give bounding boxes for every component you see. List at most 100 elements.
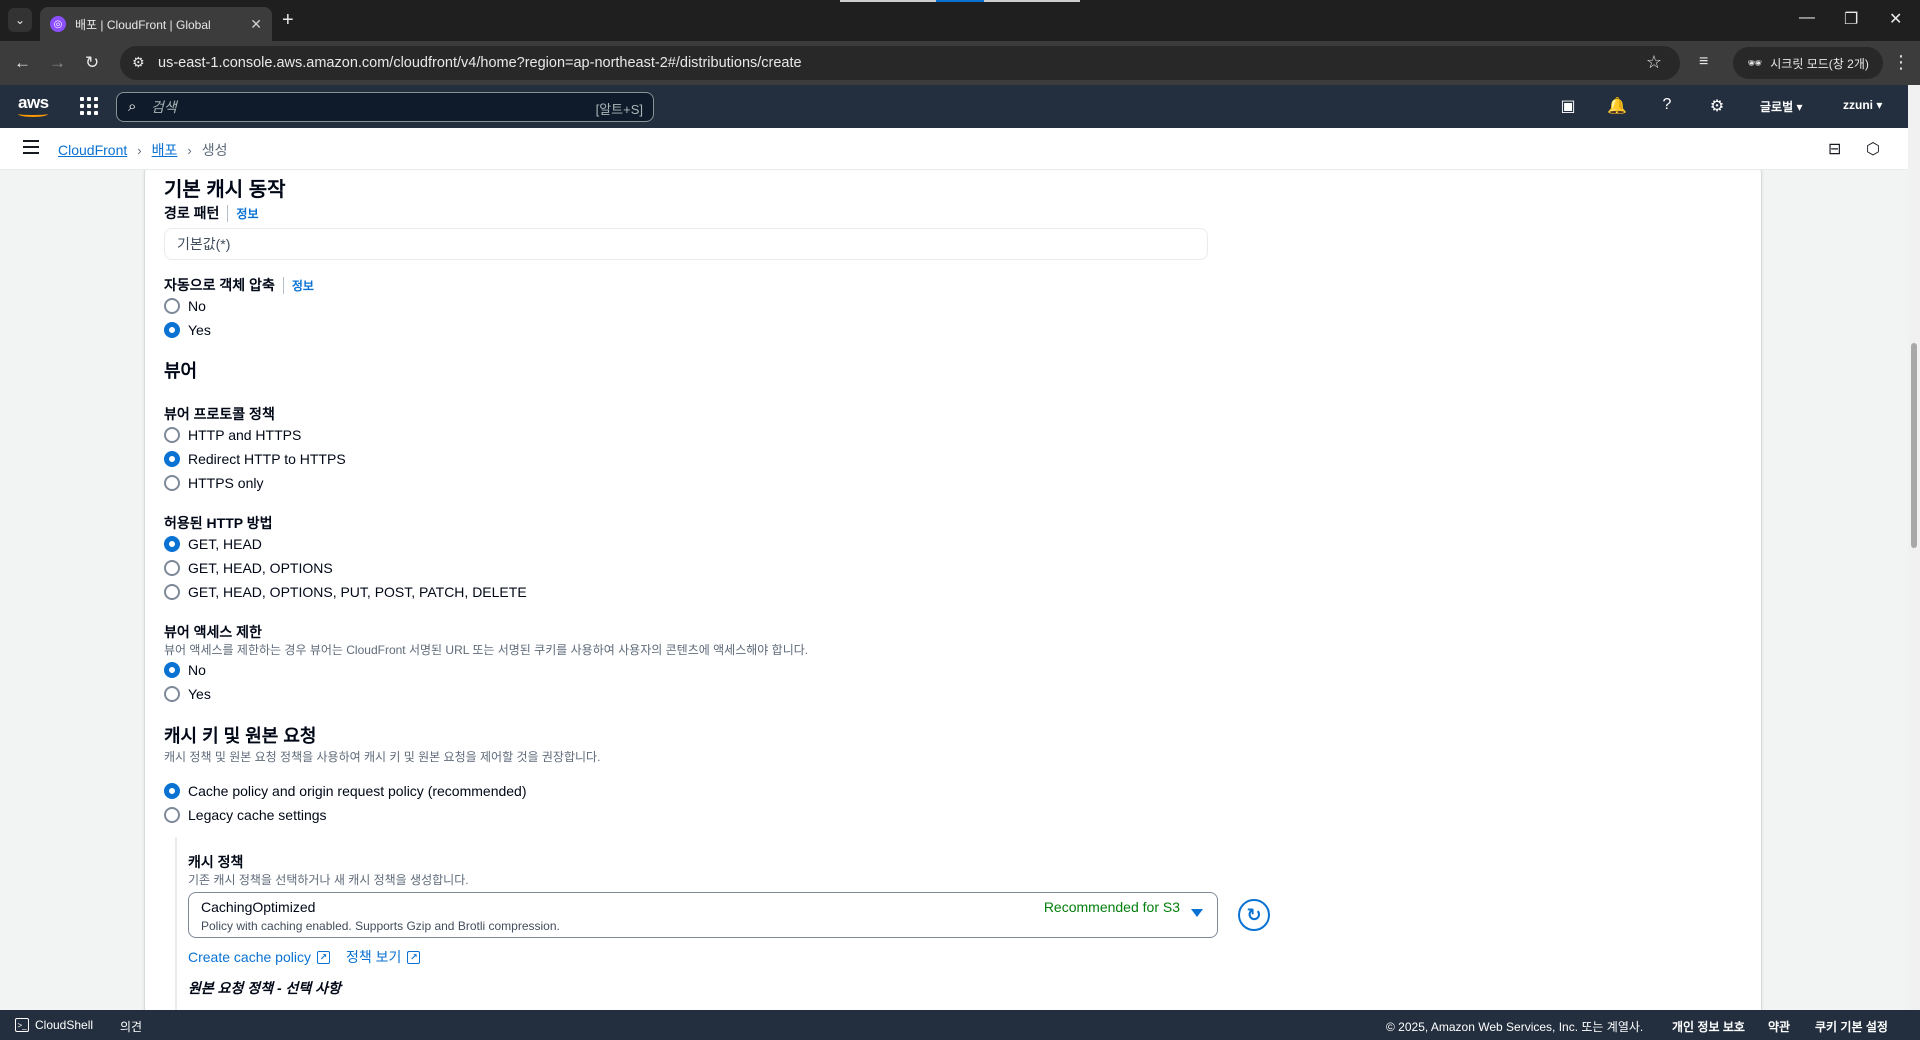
radio-label: Cache policy and origin request policy (… xyxy=(188,783,527,799)
path-pattern-label-text: 경로 패턴 xyxy=(164,205,220,221)
radio-selected-icon[interactable] xyxy=(164,451,180,467)
radio-label: No xyxy=(188,298,206,314)
radio-selected-icon[interactable] xyxy=(164,783,180,799)
cookie-preferences-link[interactable]: 쿠키 기본 설정 xyxy=(1815,1018,1888,1035)
cache-key-description: 캐시 정책 및 원본 요청 정책을 사용하여 캐시 키 및 원본 요청을 제어할… xyxy=(164,750,601,764)
reading-list-icon[interactable]: ≡ xyxy=(1699,53,1708,71)
services-grid-icon[interactable] xyxy=(80,97,98,115)
breadcrumb-separator-icon: › xyxy=(137,142,142,158)
scrollbar-thumb[interactable] xyxy=(1911,343,1917,548)
refresh-icon[interactable]: ↻ xyxy=(1238,899,1270,931)
tab-search-button[interactable]: ⌄ xyxy=(8,8,32,32)
create-cache-policy-link[interactable]: Create cache policy ↗ xyxy=(188,947,330,967)
browser-menu-icon[interactable]: ⋮ xyxy=(1892,52,1910,73)
browser-toolbar: ← → ↻ ⚙ us-east-1.console.aws.amazon.com… xyxy=(0,41,1920,85)
cache-key-radio-legacy[interactable]: Legacy cache settings xyxy=(164,805,327,825)
radio-icon[interactable] xyxy=(164,475,180,491)
reload-icon[interactable]: ↻ xyxy=(85,53,99,73)
region-menu[interactable]: 글로벌 ▾ xyxy=(1760,98,1802,115)
cache-key-radio-policy[interactable]: Cache policy and origin request policy (… xyxy=(164,781,527,801)
user-menu[interactable]: zzuni ▾ xyxy=(1843,98,1882,112)
external-link-icon: ↗ xyxy=(316,950,330,964)
main-content: 기본 캐시 동작 경로 패턴 정보 기본값(*) 자동으로 객체 압축 정보 N… xyxy=(0,170,1908,1010)
minimize-icon[interactable]: — xyxy=(1799,9,1815,27)
browser-tab-active[interactable]: ◎ 배포 | CloudFront | Global ✕ xyxy=(40,7,272,41)
compress-info-link[interactable]: 정보 xyxy=(282,276,314,294)
viewer-protocol-radio-redirect[interactable]: Redirect HTTP to HTTPS xyxy=(164,449,346,469)
address-url: us-east-1.console.aws.amazon.com/cloudfr… xyxy=(158,55,802,71)
nested-section-rule xyxy=(175,837,177,1010)
help-icon[interactable]: ? xyxy=(1657,96,1677,114)
viewer-access-radio-yes[interactable]: Yes xyxy=(164,684,211,704)
page-scrollbar[interactable] xyxy=(1908,85,1920,1010)
feedback-link[interactable]: 의견 xyxy=(120,1018,142,1035)
radio-label: GET, HEAD xyxy=(188,536,262,552)
http-methods-radio-get-head[interactable]: GET, HEAD xyxy=(164,534,262,554)
viewer-protocol-radio-https-only[interactable]: HTTPS only xyxy=(164,473,263,493)
radio-icon[interactable] xyxy=(164,427,180,443)
viewer-access-label: 뷰어 액세스 제한 xyxy=(164,624,262,640)
breadcrumb-distributions[interactable]: 배포 xyxy=(152,140,178,160)
radio-icon[interactable] xyxy=(164,686,180,702)
compress-label: 자동으로 객체 압축 정보 xyxy=(164,275,314,295)
http-methods-radio-get-head-options[interactable]: GET, HEAD, OPTIONS xyxy=(164,558,333,578)
window-close-icon[interactable]: ✕ xyxy=(1889,9,1902,29)
external-link-icon: ↗ xyxy=(407,950,421,964)
aws-logo-text: aws xyxy=(18,93,49,112)
link-label: Create cache policy xyxy=(188,949,311,965)
compress-label-text: 자동으로 객체 압축 xyxy=(164,277,275,293)
new-tab-button[interactable]: + xyxy=(282,9,294,32)
section-title-cache-key: 캐시 키 및 원본 요청 xyxy=(164,726,317,746)
viewer-access-radio-no[interactable]: No xyxy=(164,660,206,680)
notifications-bell-icon[interactable]: 🔔 xyxy=(1607,96,1627,116)
viewer-protocol-radio-http-https[interactable]: HTTP and HTTPS xyxy=(164,425,301,445)
http-methods-radio-all[interactable]: GET, HEAD, OPTIONS, PUT, POST, PATCH, DE… xyxy=(164,582,527,602)
aws-top-nav: aws ⌕ 검색 [알트+S] ▣ 🔔 ? ⚙ 글로벌 ▾ zzuni ▾ xyxy=(0,85,1908,128)
tabstrip-accent-right xyxy=(984,0,1080,2)
radio-selected-icon[interactable] xyxy=(164,536,180,552)
search-placeholder: 검색 xyxy=(151,99,177,115)
compress-radio-no[interactable]: No xyxy=(164,296,206,316)
cloudshell-label: CloudShell xyxy=(35,1018,94,1032)
section-title-default-cache: 기본 캐시 동작 xyxy=(164,179,286,201)
incognito-indicator[interactable]: 🕶 시크릿 모드(창 2개) xyxy=(1733,47,1883,79)
cache-policy-links: Create cache policy ↗ 정책 보기 ↗ xyxy=(188,947,421,967)
aws-search-input[interactable]: ⌕ 검색 [알트+S] xyxy=(116,92,654,122)
compress-radio-yes[interactable]: Yes xyxy=(164,320,211,340)
address-bar[interactable]: ⚙ us-east-1.console.aws.amazon.com/cloud… xyxy=(120,46,1680,80)
forward-arrow-icon[interactable]: → xyxy=(49,53,66,73)
bookmark-star-icon[interactable]: ☆ xyxy=(1646,52,1662,73)
search-icon: ⌕ xyxy=(128,98,137,115)
radio-selected-icon[interactable] xyxy=(164,662,180,678)
tab-close-icon[interactable]: ✕ xyxy=(250,16,262,33)
tab-title: 배포 | CloudFront | Global xyxy=(75,17,211,32)
back-arrow-icon[interactable]: ← xyxy=(14,53,31,73)
breadcrumb-separator-icon: › xyxy=(187,142,192,158)
restore-icon[interactable]: ❐ xyxy=(1844,9,1858,29)
radio-icon[interactable] xyxy=(164,560,180,576)
cloudshell-icon[interactable]: ▣ xyxy=(1558,96,1578,116)
settings-gear-icon[interactable]: ⚙ xyxy=(1707,96,1727,116)
terms-link[interactable]: 약관 xyxy=(1768,1018,1790,1035)
path-pattern-input[interactable]: 기본값(*) xyxy=(164,228,1208,260)
site-info-icon[interactable]: ⚙ xyxy=(132,54,145,71)
radio-icon[interactable] xyxy=(164,807,180,823)
cache-policy-select[interactable]: CachingOptimized Policy with caching ena… xyxy=(188,892,1218,938)
cloudfront-favicon-icon: ◎ xyxy=(50,16,66,32)
view-policy-link[interactable]: 정책 보기 ↗ xyxy=(346,947,421,967)
privacy-link[interactable]: 개인 정보 보호 xyxy=(1672,1018,1745,1035)
radio-label: GET, HEAD, OPTIONS xyxy=(188,560,333,576)
radio-selected-icon[interactable] xyxy=(164,322,180,338)
radio-icon[interactable] xyxy=(164,584,180,600)
settings-hex-icon[interactable]: ⬡ xyxy=(1866,139,1880,159)
copyright-text: © 2025, Amazon Web Services, Inc. 또는 계열사… xyxy=(1386,1020,1644,1034)
side-nav-toggle-icon[interactable] xyxy=(23,140,39,158)
path-pattern-info-link[interactable]: 정보 xyxy=(227,204,259,222)
cache-policy-recommended-tag: Recommended for S3 xyxy=(1043,899,1180,915)
cache-policy-selected-name: CachingOptimized xyxy=(201,899,316,915)
breadcrumb-cloudfront[interactable]: CloudFront xyxy=(58,142,127,158)
cloudshell-button[interactable]: >_ CloudShell xyxy=(15,1018,93,1032)
aws-logo[interactable]: aws xyxy=(18,93,49,117)
tools-panel-icon[interactable]: ⊟ xyxy=(1828,139,1841,159)
radio-icon[interactable] xyxy=(164,298,180,314)
